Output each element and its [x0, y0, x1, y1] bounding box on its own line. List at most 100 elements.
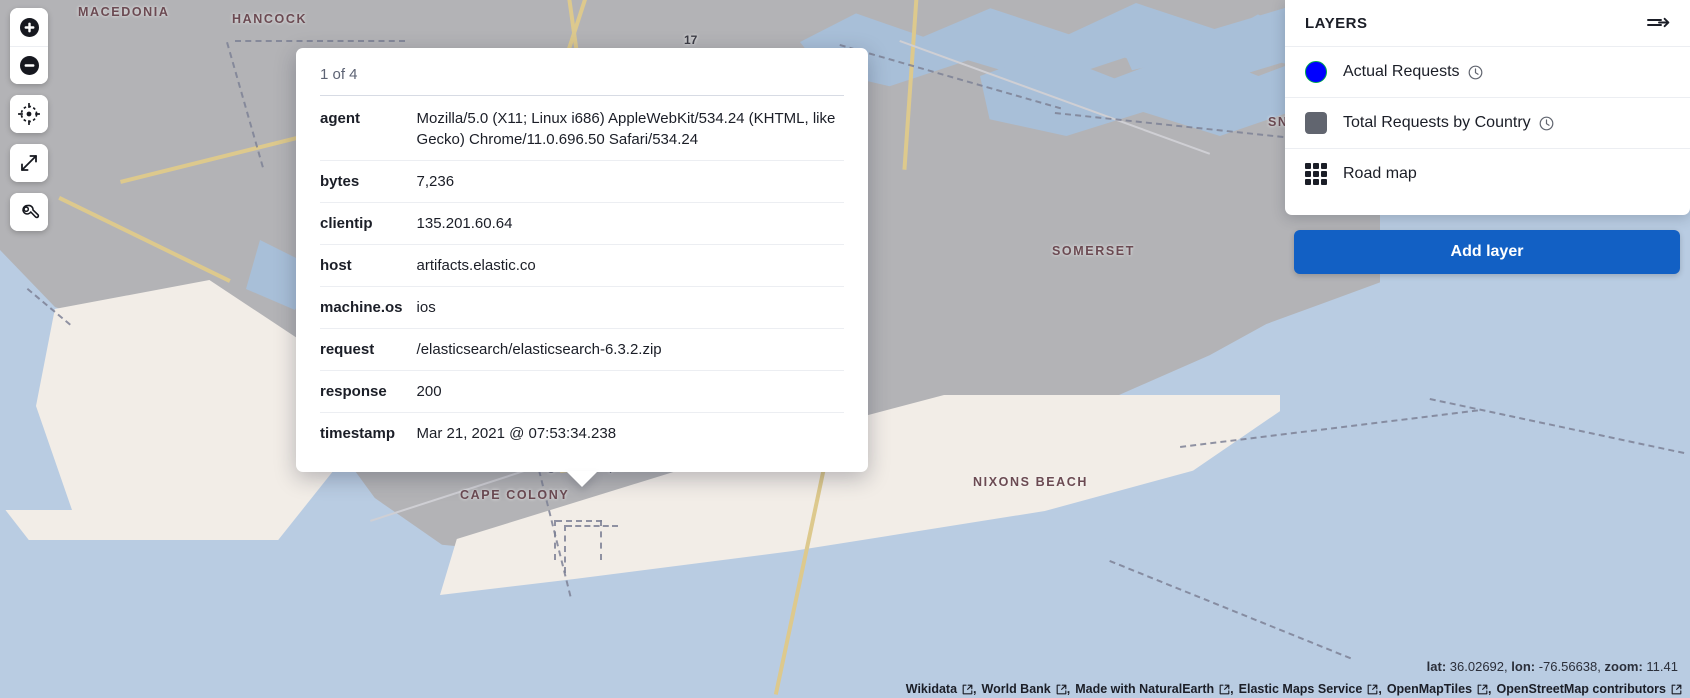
property-key: agent	[320, 110, 361, 127]
property-key: bytes	[320, 160, 417, 203]
attribution-label: World Bank	[981, 682, 1051, 696]
zoom-label: zoom:	[1604, 659, 1643, 674]
property-key: response	[320, 370, 417, 413]
map-coordinates-status: lat: 36.02692, lon: -76.56638, zoom: 11.…	[1426, 659, 1678, 674]
county-border	[566, 525, 618, 527]
expand-diagonal-icon	[21, 155, 37, 171]
map-place-label: MACEDONIA	[78, 5, 170, 19]
lon-label: lon:	[1511, 659, 1536, 674]
zoom-value: 11.41	[1646, 659, 1678, 674]
lat-label: lat:	[1426, 659, 1447, 674]
tools-control-group	[10, 193, 48, 231]
layer-label-text: Actual Requests	[1343, 63, 1460, 80]
zoom-control-group	[10, 8, 48, 84]
property-value: Mozilla/5.0 (X11; Linux i686) AppleWebKi…	[416, 110, 836, 148]
highway-shield-label: 17	[684, 33, 698, 47]
table-row: host artifacts.elastic.co	[320, 244, 844, 287]
layers-panel: LAYERS Actual Requests Total Requests by…	[1285, 0, 1690, 215]
collapse-right-icon[interactable]	[1646, 14, 1670, 32]
wrench-icon	[22, 204, 40, 219]
locate-button[interactable]	[10, 95, 48, 133]
property-key: clientip	[320, 202, 417, 245]
external-link-icon	[962, 684, 973, 694]
attribution-link-openmaptiles[interactable]: OpenMapTiles	[1387, 682, 1488, 696]
layer-label: Actual Requests	[1343, 63, 1483, 81]
popover-counter: 1 of 4	[320, 66, 358, 83]
external-link-icon	[1056, 684, 1067, 694]
property-key: request	[320, 328, 417, 371]
layers-panel-title: LAYERS	[1305, 14, 1368, 32]
property-key: host	[320, 244, 417, 287]
minus-circle-icon	[19, 56, 39, 75]
attribution-separator: ,	[973, 682, 977, 696]
crosshair-icon	[18, 103, 40, 125]
layer-item-actual-requests[interactable]: Actual Requests	[1285, 47, 1690, 97]
property-key: machine.os	[320, 286, 417, 329]
lat-value: 36.02692	[1449, 659, 1505, 674]
attribution-link-openstreetmap[interactable]: OpenStreetMap contributors	[1497, 682, 1682, 696]
layers-panel-header: LAYERS	[1285, 0, 1690, 47]
layer-symbol-circle-icon	[1305, 61, 1327, 83]
table-row: agent Mozilla/5.0 (X11; Linux i686) Appl…	[320, 98, 844, 161]
property-value: artifacts.elastic.co	[416, 244, 844, 287]
attribution-separator: ,	[1378, 682, 1382, 696]
layer-label: Road map	[1343, 165, 1417, 183]
layer-symbol-square-icon	[1305, 112, 1327, 134]
airport-outline	[554, 520, 556, 560]
map-application: MACEDONIA HANCOCK SNUG SOMERSET SAINT JO…	[0, 0, 1690, 698]
attribution-separator: ,	[1066, 682, 1071, 696]
external-link-icon	[1671, 684, 1682, 694]
table-row: response 200	[320, 370, 844, 413]
locate-control-group	[10, 95, 48, 133]
attribution-label: Wikidata	[905, 682, 958, 696]
table-row: clientip 135.201.60.64	[320, 202, 844, 245]
table-row: machine.os ios	[320, 286, 844, 329]
table-row: timestamp Mar 21, 2021 @ 07:53:34.238	[320, 412, 844, 454]
attribution-separator: ,	[1230, 682, 1234, 696]
map-controls	[10, 8, 48, 231]
zoom-in-button[interactable]	[10, 8, 48, 46]
tools-button[interactable]	[10, 193, 48, 231]
attribution-link-elastic-maps-service[interactable]: Elastic Maps Service	[1239, 682, 1379, 696]
attribution-label: OpenStreetMap contributors	[1496, 682, 1666, 696]
fit-bounds-button[interactable]	[10, 144, 48, 182]
county-border	[235, 40, 405, 42]
property-value: Mar 21, 2021 @ 07:53:34.238	[416, 412, 844, 454]
property-value: 135.201.60.64	[416, 202, 844, 245]
county-border	[564, 525, 566, 573]
lon-value: -76.56638	[1538, 659, 1598, 674]
feature-properties-table: agent Mozilla/5.0 (X11; Linux i686) Appl…	[320, 98, 844, 454]
attribution-label: Made with NaturalEarth	[1075, 682, 1215, 696]
fit-bounds-control-group	[10, 144, 48, 182]
zoom-out-button[interactable]	[10, 46, 48, 84]
add-layer-button[interactable]: Add layer	[1294, 230, 1680, 274]
map-place-label: HANCOCK	[232, 12, 308, 26]
layer-label-text: Total Requests by Country	[1343, 114, 1531, 131]
property-value: 7,236	[416, 160, 844, 203]
table-row: bytes 7,236	[320, 160, 844, 203]
attribution-separator: ,	[1488, 682, 1492, 696]
popover-body: agent Mozilla/5.0 (X11; Linux i686) Appl…	[296, 96, 868, 472]
property-value: ios	[416, 286, 844, 329]
feature-popover: 1 of 4 agent Mozilla/5.0 (X11; Linux i68…	[296, 48, 868, 487]
attribution-label: OpenMapTiles	[1386, 682, 1473, 696]
attribution-label: Elastic Maps Service	[1238, 682, 1363, 696]
plus-circle-icon	[19, 17, 39, 37]
attribution-link-wikidata[interactable]: Wikidata	[906, 682, 973, 696]
external-link-icon	[1477, 684, 1488, 694]
clock-icon	[1539, 116, 1554, 130]
map-place-label: CAPE COLONY	[460, 488, 570, 502]
map-attribution: Wikidata , World Bank , Made with Natura…	[906, 682, 1682, 696]
attribution-link-world-bank[interactable]: World Bank	[982, 682, 1067, 696]
table-row: request /elasticsearch/elasticsearch-6.3…	[320, 328, 844, 371]
layer-item-road-map[interactable]: Road map	[1285, 148, 1690, 199]
property-value: 200	[416, 370, 844, 413]
external-link-icon	[1219, 684, 1230, 694]
popover-tail	[566, 471, 598, 487]
layer-label-text: Road map	[1343, 165, 1417, 182]
airport-outline	[600, 520, 602, 560]
layer-item-total-requests-by-country[interactable]: Total Requests by Country	[1285, 97, 1690, 148]
attribution-link-naturalearth[interactable]: Made with NaturalEarth	[1075, 682, 1230, 696]
clock-icon	[1468, 65, 1482, 79]
property-key: timestamp	[320, 412, 417, 454]
